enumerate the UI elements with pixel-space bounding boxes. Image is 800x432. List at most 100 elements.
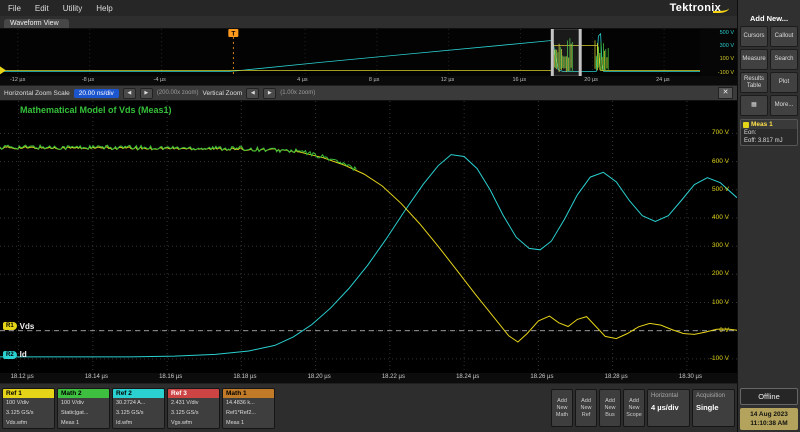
main-x-tick: 18.20 µs [308,374,331,380]
overview-x-tick: -12 µs [10,77,25,83]
tab-waveform-view[interactable]: Waveform View [4,19,69,28]
meas1-name: Meas 1 [751,121,773,128]
menu-utility[interactable]: Utility [63,4,83,13]
close-zoom-view-button[interactable]: ✕ [718,87,733,99]
sidebar-spacer [740,149,798,385]
overview-waveform-canvas[interactable]: T [0,29,700,76]
badge-line: Static|gat... [58,408,109,418]
vds-channel-marker[interactable]: R1 Vds [3,322,34,331]
badge-line: Vgs.wfm [168,418,219,428]
badge-line: 3.125 GS/s [168,408,219,418]
main-x-tick: 18.12 µs [11,374,34,380]
vds-label: Vds [20,322,35,331]
more-button[interactable]: More... [770,95,798,116]
channel-badge-ref1[interactable]: Ref 1 100 V/div 3.125 GS/s Vds.wfm [2,388,55,429]
horizontal-value: 4 µs/div [651,403,686,412]
waveform-grid-button[interactable]: ▦ [740,95,768,116]
tab-bar: Waveform View [0,16,737,29]
offline-button[interactable]: Offline [740,388,798,405]
plot-button[interactable]: Plot [770,72,798,93]
ref2-chip: R2 [3,351,17,359]
h-zoom-scale-label: Horizontal Zoom Scale [4,90,70,97]
main-waveform-plot[interactable]: Mathematical Model of Vds (Meas1) 700 V6… [0,101,737,373]
badge-line: Vds.wfm [3,418,54,428]
cursors-button[interactable]: Cursors [740,26,768,47]
zoom-toolbar: Horizontal Zoom Scale 20.00 ns/div ◀ ▶ (… [0,86,737,101]
measure-button[interactable]: Measure [740,49,768,70]
main-x-tick: 18.22 µs [382,374,405,380]
badge-line: Meas 1 [223,418,274,428]
zoom-handle-left[interactable] [551,29,554,76]
datetime-display: 14 Aug 2023 11:10:38 AM [740,408,798,430]
trace-Id [0,155,737,357]
channel-badge-ref2[interactable]: Ref 2 30.2724 A... 3.125 GS/s Id.wfm [112,388,165,429]
plot-title: Mathematical Model of Vds (Meas1) [20,105,172,115]
h-zoom-scale-value[interactable]: 20.00 ns/div [74,89,119,98]
zoom-window[interactable] [553,29,580,76]
app-root: File Edit Utility Help Tektronix Wavefor… [0,0,800,432]
overview-x-tick: 16 µs [513,77,527,83]
acquisition-panel[interactable]: Acquisition Single [692,389,735,427]
main-x-tick: 18.14 µs [85,374,108,380]
menu-help[interactable]: Help [96,4,112,13]
add-new-bus-button[interactable]: AddNewBus [599,389,621,427]
main-x-tick: 18.16 µs [159,374,182,380]
menu-file[interactable]: File [8,4,21,13]
badge-line: 14.4836 k... [223,398,274,408]
meas1-eon-line: Eon: [741,129,797,137]
id-channel-marker[interactable]: R2 Id [3,350,27,359]
h-zoom-factor: (200.00x zoom) [157,90,199,96]
v-zoom-increase-button[interactable]: ▶ [263,88,276,99]
ref1-position-marker[interactable] [0,66,6,74]
zoom-handle-right[interactable] [579,29,582,76]
add-new-ref-button[interactable]: AddNewRef [575,389,597,427]
v-zoom-label: Vertical Zoom [203,90,243,97]
v-zoom-factor: (1.00x zoom) [280,90,315,96]
channel-badge-ref3[interactable]: Ref 3 2.431 V/div 3.125 GS/s Vgs.wfm [167,388,220,429]
menu-bar: File Edit Utility Help Tektronix [0,0,737,16]
overview-x-axis: -12 µs-8 µs-4 µs4 µs8 µs12 µs16 µs20 µs2… [0,76,737,86]
main-waveform-canvas[interactable] [0,101,737,373]
horizontal-panel[interactable]: Horizontal 4 µs/div [647,389,690,427]
badge-title: Ref 1 [3,389,54,398]
ref1-chip: R1 [3,322,17,330]
time-text: 11:10:38 AM [742,419,796,428]
left-column: File Edit Utility Help Tektronix Wavefor… [0,0,737,432]
overview-x-tick: 20 µs [584,77,598,83]
meas1-badge[interactable]: Meas 1 Eon: Eoff: 3.817 mJ [740,119,798,146]
results-table-button[interactable]: Results Table [740,72,768,93]
overview-y-axis: 500 V300 V100 V-100 V [700,29,737,76]
main-x-tick: 18.24 µs [456,374,479,380]
overview-y-tick: 300 V [720,43,734,49]
meas1-eoff-line: Eoff: 3.817 mJ [741,137,797,145]
add-new-math-button[interactable]: AddNewMath [551,389,573,427]
overview-y-tick: -100 V [718,70,734,76]
overview-y-tick: 100 V [720,56,734,62]
channel-badge-math1[interactable]: Math 1 14.4836 k... Ref1*Ref2... Meas 1 [222,388,275,429]
add-new-group: AddNewMath AddNewRef AddNewBus AddNewSco… [551,389,645,427]
main-x-axis: 18.12 µs 18.14 µs 18.16 µs 18.18 µs 18.20 µs… [0,373,737,384]
v-zoom-decrease-button[interactable]: ◀ [246,88,259,99]
meas1-color-chip [743,122,749,128]
menu-edit[interactable]: Edit [35,4,49,13]
grid-icon: ▦ [751,102,757,108]
add-new-scope-button[interactable]: AddNewScope [623,389,645,427]
sidebar-button-grid: Cursors Callout Measure Search Results T… [740,26,798,116]
badge-line: 100 V/div [3,398,54,408]
badge-line: 3.125 GS/s [113,408,164,418]
search-button[interactable]: Search [770,49,798,70]
overview-x-tick: 12 µs [441,77,455,83]
date-text: 14 Aug 2023 [742,410,796,419]
overview-plot[interactable]: T [0,29,700,76]
main-x-tick: 18.18 µs [233,374,256,380]
badge-title: Ref 2 [113,389,164,398]
overview-x-tick: 4 µs [297,77,308,83]
badge-title: Math 2 [58,389,109,398]
h-zoom-decrease-button[interactable]: ◀ [123,88,136,99]
callout-button[interactable]: Callout [770,26,798,47]
channel-badge-math2[interactable]: Math 2 100 V/div Static|gat... Meas 1 [57,388,110,429]
overview-x-tick: -8 µs [82,77,94,83]
h-zoom-increase-button[interactable]: ▶ [140,88,153,99]
badge-line: 3.125 GS/s [3,408,54,418]
main-x-tick: 18.26 µs [530,374,553,380]
